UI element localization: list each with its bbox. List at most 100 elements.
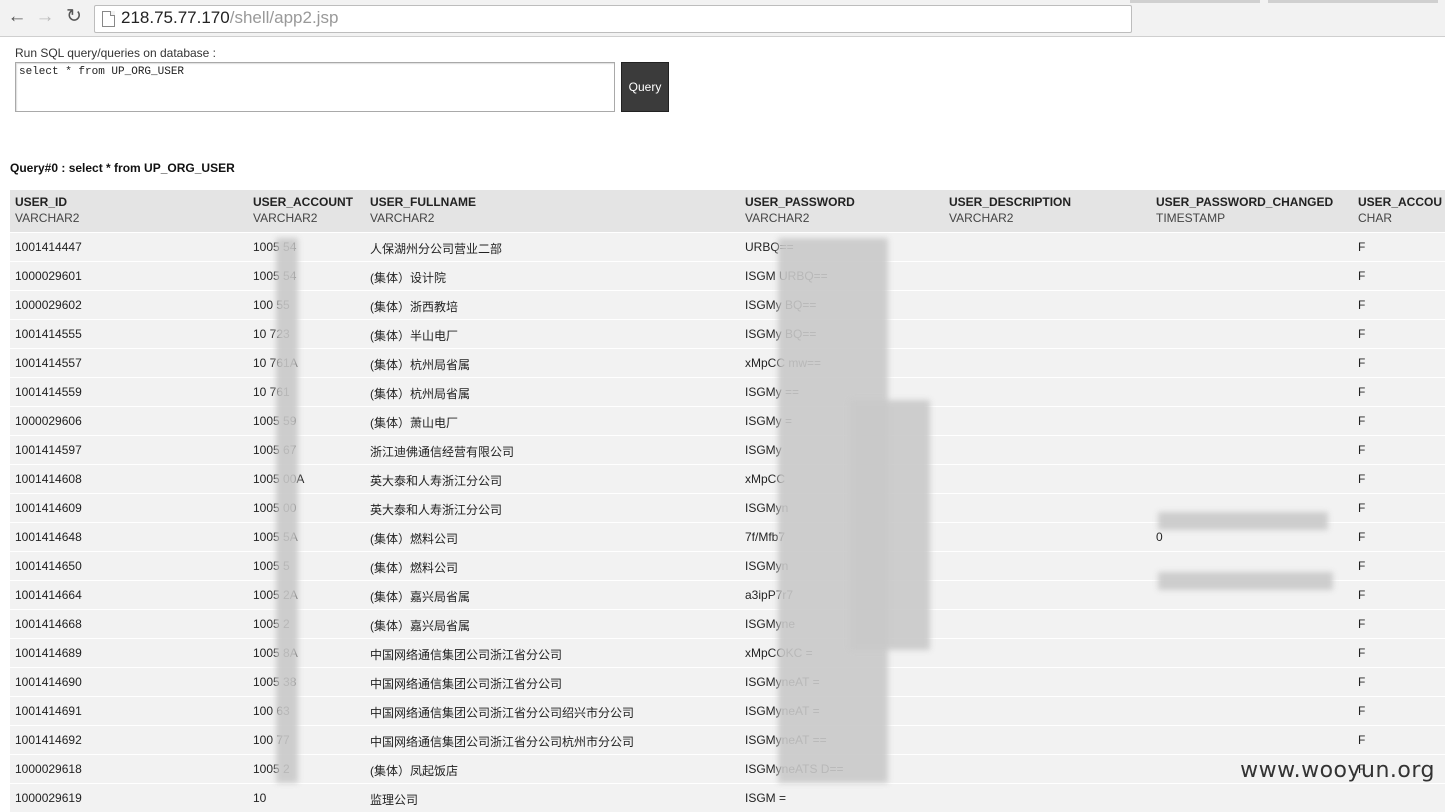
column-header-type: VARCHAR2: [15, 211, 80, 225]
redaction-blur: [1158, 512, 1328, 530]
table-cell-flag: F: [1358, 240, 1366, 254]
column-header-type: VARCHAR2: [253, 211, 318, 225]
column-header-name: USER_PASSWORD_CHANGED: [1156, 195, 1334, 209]
table-cell-flag: F: [1358, 530, 1366, 544]
table-cell-flag: F: [1358, 675, 1366, 689]
watermark: www.wooyun.org: [1240, 758, 1435, 783]
table-cell-fullname: 人保湖州分公司营业二部: [370, 242, 503, 256]
result-table: USER_ID VARCHAR2 USER_ACCOUNT VARCHAR2 USER_…: [10, 190, 1445, 812]
page-icon: [102, 11, 115, 27]
table-cell-fullname: 英大泰和人寿浙江分公司: [370, 474, 503, 488]
column-header-type: TIMESTAMP: [1156, 211, 1226, 225]
table-cell-id: 1001414691: [15, 704, 82, 718]
table-cell-id: 1000029601: [15, 269, 82, 283]
table-cell-flag: F: [1358, 385, 1366, 399]
table-cell-id: 1001414668: [15, 617, 82, 631]
table-cell-id: 1001414447: [15, 240, 82, 254]
url-text: 218.75.77.170/shell/app2.jsp: [121, 8, 338, 28]
table-cell-flag: F: [1358, 646, 1366, 660]
column-header-type: CHAR: [1358, 211, 1393, 225]
table-row: 100141455710 761A(集体）杭州局省属xMpCC mw==F: [10, 348, 1445, 377]
table-row: 1000029602100 55(集体）浙西教培ISGMy BQ==F: [10, 290, 1445, 319]
table-row: 1000029619 10 监理公司 ISGM =: [10, 783, 1445, 812]
table-cell-id: 1001414664: [15, 588, 82, 602]
table-cell-flag: F: [1358, 327, 1366, 341]
table-cell-changed: 0: [1156, 530, 1163, 544]
column-header-name: USER_DESCRIPTION: [949, 195, 1072, 209]
table-cell-id: 1001414557: [15, 356, 82, 370]
table-cell-id: 1001414648: [15, 530, 82, 544]
query-button[interactable]: Query: [621, 62, 669, 112]
table-row: 100141455510 723(集体）半山电厂ISGMy BQ==F: [10, 319, 1445, 348]
table-row: 10014146901005 38中国网络通信集团公司浙江省分公司ISGMyne…: [10, 667, 1445, 696]
table-cell-flag: F: [1358, 269, 1366, 283]
table-cell-flag: F: [1358, 733, 1366, 747]
address-bar[interactable]: 218.75.77.170/shell/app2.jsp: [94, 5, 1132, 33]
tab-strip-edge: [1268, 0, 1438, 3]
table-cell-fullname: (集体）萧山电厂: [370, 416, 458, 430]
table-row: 10014146081005 00A英大泰和人寿浙江分公司xMpCCF: [10, 464, 1445, 493]
table-cell-flag: F: [1358, 298, 1366, 312]
table-cell-flag: F: [1358, 443, 1366, 457]
table-cell-fullname: (集体）设计院: [370, 271, 446, 285]
table-cell-flag: F: [1358, 501, 1366, 515]
table-row: 10000296181005 2(集体）凤起饭店ISGMyneATS D==F: [10, 754, 1445, 783]
table-cell-fullname: 中国网络通信集团公司浙江省分公司绍兴市分公司: [370, 706, 635, 720]
column-header-name: USER_ACCOUNT: [253, 195, 354, 209]
table-row: 1001414597 1005 67 浙江迪佛通信经营有限公司 ISGMy F: [10, 435, 1445, 464]
table-cell-id: 1000029606: [15, 414, 82, 428]
table-cell-fullname: 英大泰和人寿浙江分公司: [370, 503, 503, 517]
table-cell-id: 1001414692: [15, 733, 82, 747]
table-cell-id: 1001414608: [15, 472, 82, 486]
result-title: Query#0 : select * from UP_ORG_USER: [10, 161, 235, 175]
url-path: /shell/app2.jsp: [229, 8, 339, 27]
table-cell-fullname: (集体）浙西教培: [370, 300, 458, 314]
forward-arrow-icon[interactable]: →: [34, 6, 56, 28]
tab-strip-edge: [1130, 0, 1260, 3]
table-cell-id: 1001414609: [15, 501, 82, 515]
table-cell-id: 1001414559: [15, 385, 82, 399]
table-row: 10000296011005 54(集体）设计院ISGM URBQ==F: [10, 261, 1445, 290]
redaction-blur: [276, 238, 298, 783]
table-cell-id: 1000029619: [15, 791, 82, 805]
table-cell-id: 1001414597: [15, 443, 82, 457]
table-row: 1001414668 1005 2 (集体）嘉兴局省属 ISGMyne F: [10, 609, 1445, 638]
column-header-name: USER_FULLNAME: [370, 195, 477, 209]
table-cell-id: 1001414650: [15, 559, 82, 573]
table-row: 1000029606 1005 59 (集体）萧山电厂 ISGMy = F: [10, 406, 1445, 435]
table-cell-fullname: 中国网络通信集团公司浙江省分公司: [370, 677, 563, 691]
table-cell-fullname: (集体）杭州局省属: [370, 358, 470, 372]
table-cell-fullname: 中国网络通信集团公司浙江省分公司杭州市分公司: [370, 735, 635, 749]
table-cell-flag: F: [1358, 588, 1366, 602]
table-cell-fullname: 浙江迪佛通信经营有限公司: [370, 445, 515, 459]
table-cell-flag: F: [1358, 356, 1366, 370]
back-arrow-icon[interactable]: ←: [6, 6, 28, 28]
redaction-blur: [850, 400, 930, 650]
table-cell-fullname: (集体）凤起饭店: [370, 764, 458, 778]
table-cell-fullname: (集体）燃料公司: [370, 561, 458, 575]
table-cell-flag: F: [1358, 472, 1366, 486]
table-cell-flag: F: [1358, 414, 1366, 428]
table-cell-password: ISGMy: [745, 443, 782, 457]
table-cell-id: 1001414689: [15, 646, 82, 660]
table-cell-fullname: (集体）燃料公司: [370, 532, 458, 546]
reload-icon[interactable]: ↻: [63, 6, 85, 28]
table-row: 1001414692100 77中国网络通信集团公司浙江省分公司杭州市分公司IS…: [10, 725, 1445, 754]
table-cell-flag: F: [1358, 617, 1366, 631]
column-header-type: VARCHAR2: [949, 211, 1014, 225]
table-row: 1001414447 1005 54 人保湖州分公司营业二部 URBQ== F: [10, 232, 1445, 261]
table-cell-id: 1000029602: [15, 298, 82, 312]
table-cell-fullname: (集体）半山电厂: [370, 329, 458, 343]
sql-input[interactable]: select * from UP_ORG_USER: [15, 62, 615, 112]
table-cell-id: 1001414690: [15, 675, 82, 689]
table-row: 10014146891005 8A中国网络通信集团公司浙江省分公司xMpCOKC…: [10, 638, 1445, 667]
query-prompt: Run SQL query/queries on database :: [15, 46, 217, 60]
column-header-name: USER_ID: [15, 195, 68, 209]
table-cell-flag: F: [1358, 704, 1366, 718]
table-cell-flag: F: [1358, 559, 1366, 573]
table-row: 1001414691100 63中国网络通信集团公司浙江省分公司绍兴市分公司IS…: [10, 696, 1445, 725]
table-cell-fullname: (集体）嘉兴局省属: [370, 590, 470, 604]
column-header-name: USER_PASSWORD: [745, 195, 855, 209]
table-row: 1001414559 10 761 (集体）杭州局省属 ISGMy == F: [10, 377, 1445, 406]
browser-toolbar: ← → ↻ 218.75.77.170/shell/app2.jsp: [0, 0, 1445, 37]
